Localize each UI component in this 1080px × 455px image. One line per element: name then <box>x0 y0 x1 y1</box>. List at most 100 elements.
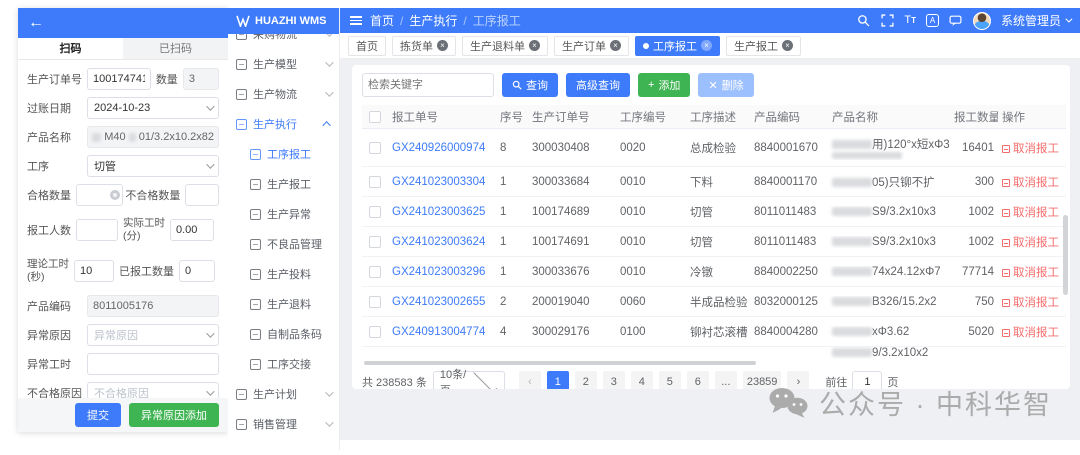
abnormal-reason-select[interactable]: 异常原因 <box>87 324 219 346</box>
order-no-input[interactable] <box>87 68 151 90</box>
tab-生产报工[interactable]: 生产报工× <box>726 36 801 56</box>
abnormal-hours-input[interactable] <box>87 353 219 375</box>
translate-icon[interactable]: A <box>926 14 939 27</box>
close-icon[interactable]: × <box>529 40 540 51</box>
sidebar-item-生产投料[interactable]: 生产投料 <box>228 259 339 289</box>
tab-生产订单[interactable]: 生产订单× <box>554 36 629 56</box>
workorder-link[interactable]: GX241023003296 <box>392 266 485 278</box>
close-icon[interactable]: × <box>701 40 712 51</box>
page-button[interactable]: 1 <box>547 371 569 389</box>
workorder-link[interactable]: GX241023003625 <box>392 206 485 218</box>
fullscreen-icon[interactable] <box>880 14 894 28</box>
sidebar-item-不良品管理[interactable]: 不良品管理 <box>228 229 339 259</box>
chevron-up-icon <box>322 121 330 129</box>
breadcrumb-item[interactable]: 生产执行 <box>409 12 457 29</box>
qty-input[interactable] <box>183 68 219 90</box>
checkbox-cell <box>362 142 388 154</box>
sidebar-item-生产模型[interactable]: 生产模型 <box>228 49 339 79</box>
execute-icon <box>236 119 247 130</box>
row-checkbox[interactable] <box>369 266 381 278</box>
keyword-search-input[interactable] <box>362 73 494 97</box>
prev-page-button[interactable]: ‹ <box>519 371 541 389</box>
sidebar-item-生产执行[interactable]: 生产执行 <box>228 109 339 139</box>
breadcrumb-item[interactable]: 工序报工 <box>473 12 521 29</box>
process-code-cell: 0010 <box>616 206 686 218</box>
page-button[interactable]: 4 <box>631 371 653 389</box>
add-button[interactable]: + 添加 <box>638 73 690 97</box>
delete-button[interactable]: ✕ 删除 <box>698 73 753 97</box>
tab-生产退料单[interactable]: 生产退料单× <box>462 36 548 56</box>
font-size-icon[interactable]: TT <box>904 15 916 26</box>
cancel-report-button[interactable]: 取消报工 <box>1013 207 1059 219</box>
post-date-select[interactable]: 2024-10-23 <box>87 97 219 119</box>
cancel-report-button[interactable]: 取消报工 <box>1013 267 1059 279</box>
sidebar-item-工序交接[interactable]: 工序交接 <box>228 349 339 379</box>
advanced-query-button[interactable]: 高级查询 <box>566 73 630 97</box>
theory-hours-input[interactable] <box>74 260 114 282</box>
sidebar-item-生产计划[interactable]: 生产计划 <box>228 379 339 409</box>
row-checkbox[interactable] <box>369 206 381 218</box>
workorder-link[interactable]: GX241023002655 <box>392 296 485 308</box>
workorder-link[interactable]: GX240913004774 <box>392 326 485 338</box>
row-checkbox[interactable] <box>369 326 381 338</box>
vertical-scrollbar[interactable] <box>1063 215 1068 295</box>
user-avatar[interactable] <box>973 12 991 30</box>
process-select[interactable]: 切管 <box>87 155 219 177</box>
row-checkbox[interactable] <box>369 142 381 154</box>
query-button[interactable]: 查询 <box>502 73 558 97</box>
workorder-link[interactable]: GX241023003624 <box>392 236 485 248</box>
tab-scanned[interactable]: 已扫码 <box>123 38 228 59</box>
submit-button[interactable]: 提交 <box>75 403 121 427</box>
user-menu[interactable]: 系统管理员 <box>1001 12 1070 29</box>
close-icon[interactable]: × <box>437 40 448 51</box>
workers-input[interactable] <box>76 219 118 241</box>
page-button[interactable]: 5 <box>659 371 681 389</box>
sidebar-item-生产退料[interactable]: 生产退料 <box>228 289 339 319</box>
back-arrow-icon[interactable]: ← <box>28 14 44 32</box>
sidebar-item-自制品条码[interactable]: 自制品条码 <box>228 319 339 349</box>
tab-首页[interactable]: 首页 <box>348 36 386 56</box>
sidebar-item-生产报工[interactable]: 生产报工 <box>228 169 339 199</box>
row-checkbox[interactable] <box>369 236 381 248</box>
page-size-select[interactable]: 10条/页 <box>433 371 505 389</box>
close-icon[interactable]: × <box>610 40 621 51</box>
process-label: 工序 <box>27 158 82 174</box>
sidebar-item-label: 生产物流 <box>253 86 319 102</box>
cancel-report-button[interactable]: 取消报工 <box>1013 143 1059 155</box>
process-desc-cell: 冷镦 <box>686 264 750 280</box>
unqualified-qty-input[interactable] <box>185 184 219 206</box>
close-icon[interactable]: × <box>782 40 793 51</box>
more-pages-button[interactable]: ... <box>715 371 737 389</box>
row-checkbox[interactable] <box>369 296 381 308</box>
product-code-input[interactable] <box>87 295 219 317</box>
action-cell: 取消报工 <box>998 140 1066 156</box>
page-button[interactable]: 2 <box>575 371 597 389</box>
horizontal-scrollbar[interactable] <box>364 361 756 365</box>
cancel-report-button[interactable]: 取消报工 <box>1013 297 1059 309</box>
unqualified-qty-label: 不合格数量 <box>125 187 180 203</box>
cancel-report-button[interactable]: 取消报工 <box>1013 237 1059 249</box>
reported-qty-input[interactable] <box>179 260 215 282</box>
page-button[interactable]: 6 <box>687 371 709 389</box>
tab-scan[interactable]: 扫码 <box>18 38 123 59</box>
cancel-report-button[interactable]: 取消报工 <box>1013 327 1059 339</box>
tab-拣货单[interactable]: 拣货单× <box>392 36 456 56</box>
add-abnormal-reason-button[interactable]: 异常原因添加 <box>129 403 219 427</box>
sidebar-item-生产物流[interactable]: 生产物流 <box>228 79 339 109</box>
message-icon[interactable] <box>949 14 963 28</box>
sidebar-item-生产异常[interactable]: 生产异常 <box>228 199 339 229</box>
workorder-link[interactable]: GX240926000974 <box>392 142 485 154</box>
menu-toggle-icon[interactable] <box>350 16 362 25</box>
form-footer: 提交 异常原因添加 <box>18 398 228 432</box>
row-checkbox[interactable] <box>369 176 381 188</box>
tab-工序报工[interactable]: 工序报工× <box>635 36 720 56</box>
workorder-link[interactable]: GX241023003304 <box>392 176 485 188</box>
cancel-report-button[interactable]: 取消报工 <box>1013 177 1059 189</box>
page-button[interactable]: 3 <box>603 371 625 389</box>
breadcrumb-item[interactable]: 首页 <box>370 12 394 29</box>
sidebar-item-销售管理[interactable]: 销售管理 <box>228 409 339 439</box>
search-icon[interactable] <box>856 14 870 28</box>
select-all-checkbox[interactable] <box>369 111 381 123</box>
actual-hours-input[interactable] <box>170 219 214 241</box>
sidebar-item-工序报工[interactable]: 工序报工 <box>228 139 339 169</box>
